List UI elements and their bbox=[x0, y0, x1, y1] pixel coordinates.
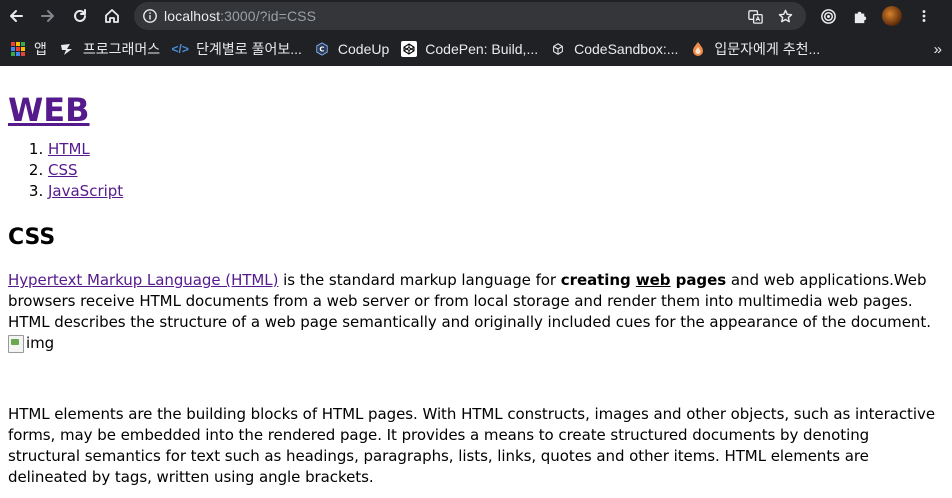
avatar bbox=[882, 6, 902, 26]
bookmark-codesandbox[interactable]: CodeSandbox:... bbox=[544, 36, 684, 62]
apps-grid-icon bbox=[10, 41, 26, 57]
page-content: WEB HTML CSS JavaScript CSS Hypertext Ma… bbox=[0, 66, 952, 488]
broken-image-icon bbox=[8, 334, 24, 353]
code-brackets-icon: </> bbox=[171, 42, 189, 56]
extensions-area bbox=[812, 0, 940, 32]
home-icon bbox=[105, 9, 119, 23]
topic-link-html[interactable]: HTML bbox=[48, 140, 90, 158]
topic-link-javascript[interactable]: JavaScript bbox=[48, 182, 123, 200]
bookmark-codepen[interactable]: CodePen: Build,... bbox=[395, 36, 544, 62]
home-button[interactable] bbox=[96, 0, 128, 32]
bold-text-part: creating bbox=[560, 271, 636, 289]
paragraph-text: is the standard markup language for bbox=[278, 271, 561, 289]
underlined-text: web bbox=[635, 271, 671, 289]
bookmark-programmers[interactable]: 프로그래머스 bbox=[53, 36, 166, 62]
bold-text: creating web pages bbox=[561, 271, 726, 289]
bookmark-star-icon[interactable] bbox=[770, 2, 800, 30]
list-item: HTML bbox=[48, 139, 944, 160]
reload-icon bbox=[74, 9, 86, 22]
bookmark-label: CodePen: Build,... bbox=[425, 41, 539, 57]
extensions-puzzle-icon[interactable] bbox=[844, 0, 876, 32]
arrow-left-icon bbox=[10, 10, 23, 22]
address-bar-actions bbox=[740, 2, 800, 30]
svg-text:C: C bbox=[319, 46, 324, 54]
reload-button[interactable] bbox=[64, 0, 96, 32]
bookmark-baekjoon[interactable]: </> 단계별로 풀어보... bbox=[166, 36, 308, 62]
bookmark-label: 앱 bbox=[34, 41, 47, 57]
bookmark-label: 프로그래머스 bbox=[82, 41, 161, 57]
bookmark-apps[interactable]: 앱 bbox=[0, 36, 53, 62]
bookmark-label: CodeUp bbox=[337, 41, 390, 57]
extension-target-icon[interactable] bbox=[812, 0, 844, 32]
bookmark-label: CodeSandbox:... bbox=[574, 41, 679, 57]
codepen-icon bbox=[401, 41, 418, 57]
elements-paragraph: HTML elements are the building blocks of… bbox=[8, 404, 936, 486]
browser-chrome: localhost:3000/?id=CSS 앱 프로그래머스 </> 단계별로… bbox=[0, 0, 952, 66]
list-item: JavaScript bbox=[48, 181, 944, 202]
bookmark-label: 입문자에게 추천... bbox=[714, 41, 821, 57]
url-path: :3000/?id=CSS bbox=[220, 8, 317, 24]
home-link[interactable]: WEB bbox=[8, 91, 90, 129]
forward-button[interactable] bbox=[32, 0, 64, 32]
codeup-icon: C bbox=[314, 41, 330, 57]
topic-list: HTML CSS JavaScript bbox=[8, 139, 944, 202]
image-alt-text: img bbox=[26, 334, 55, 352]
site-info-icon[interactable] bbox=[136, 2, 164, 30]
description-paragraph: Hypertext Markup Language (HTML) is the … bbox=[8, 270, 944, 359]
translate-icon[interactable] bbox=[740, 2, 770, 30]
browser-toolbar: localhost:3000/?id=CSS bbox=[0, 0, 952, 32]
broken-image: img bbox=[8, 333, 54, 354]
programmers-icon bbox=[59, 41, 75, 57]
inflearn-icon bbox=[690, 41, 706, 57]
bookmark-codeup[interactable]: C CodeUp bbox=[308, 36, 395, 62]
url-text[interactable]: localhost:3000/?id=CSS bbox=[164, 8, 316, 24]
arrow-right-icon bbox=[41, 10, 54, 22]
bookmark-label: 단계별로 풀어보... bbox=[196, 41, 302, 57]
page-title: WEB bbox=[8, 66, 944, 129]
codesandbox-icon bbox=[550, 41, 566, 57]
menu-kebab-icon[interactable] bbox=[908, 0, 940, 32]
section-title: CSS bbox=[8, 225, 56, 250]
html-wiki-link[interactable]: Hypertext Markup Language (HTML) bbox=[8, 271, 278, 289]
back-button[interactable] bbox=[0, 0, 32, 32]
bookmark-inflearn[interactable]: 입문자에게 추천... bbox=[684, 36, 826, 62]
list-item: CSS bbox=[48, 160, 944, 181]
bookmarks-bar: 앱 프로그래머스 </> 단계별로 풀어보... C CodeUp CodePe… bbox=[0, 32, 952, 66]
bold-text-part: pages bbox=[670, 271, 727, 289]
topic-link-css[interactable]: CSS bbox=[48, 161, 78, 179]
profile-avatar[interactable] bbox=[876, 0, 908, 32]
more-bookmarks-button[interactable]: » bbox=[934, 41, 942, 58]
address-bar[interactable]: localhost:3000/?id=CSS bbox=[134, 2, 806, 30]
url-host: localhost bbox=[164, 8, 221, 24]
